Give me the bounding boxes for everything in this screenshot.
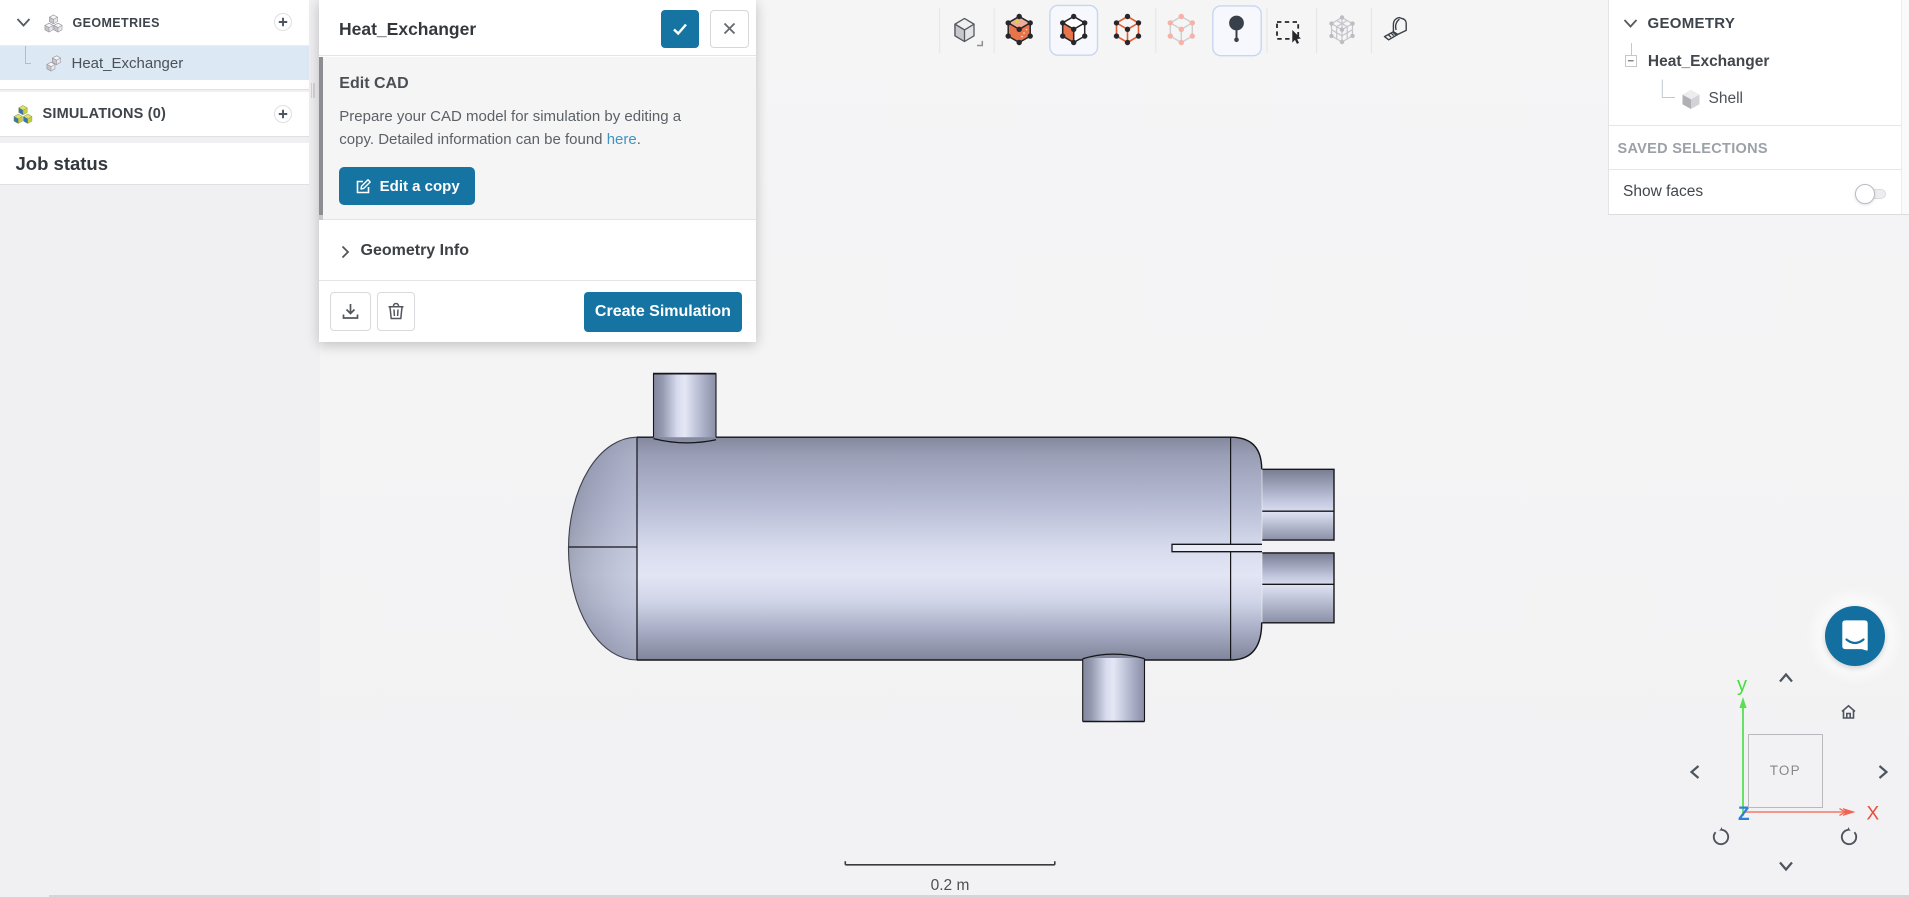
svg-text:y: y xyxy=(1737,674,1747,696)
svg-text:0.2 m: 0.2 m xyxy=(931,877,970,894)
svg-text:X: X xyxy=(1867,804,1880,825)
